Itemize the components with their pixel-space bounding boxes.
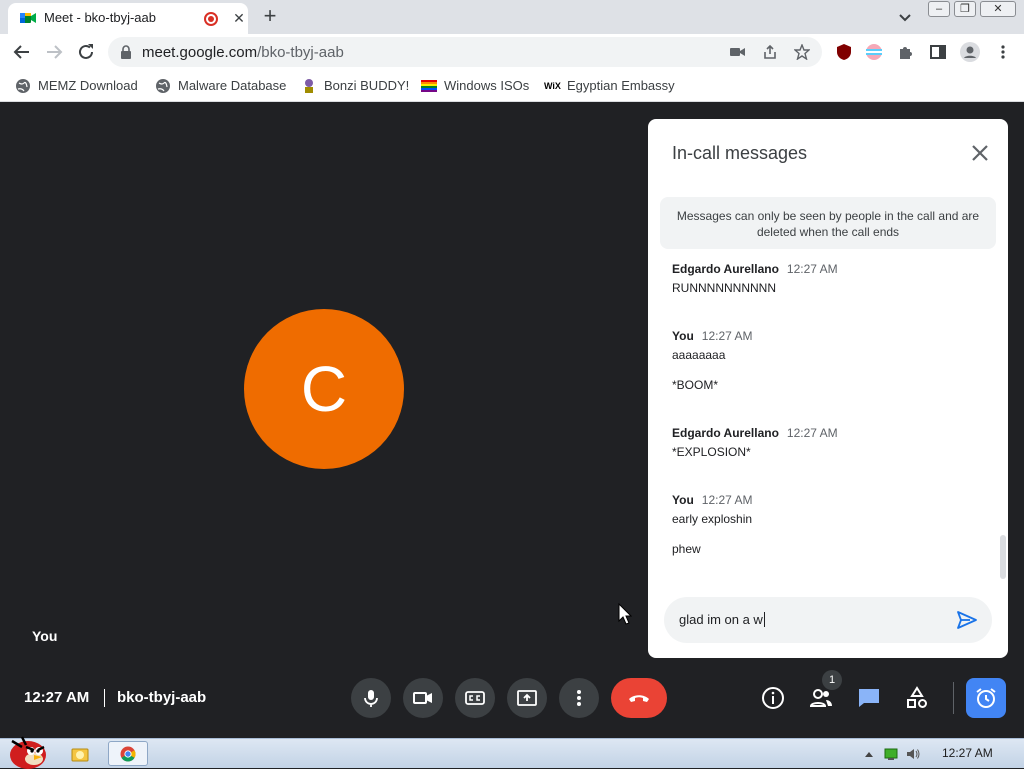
tab-title: Meet - bko-tbyj-aab [44,10,156,25]
participant-avatar: C [244,309,404,469]
side-panel-icon[interactable] [929,43,947,61]
meeting-code: bko-tbyj-aab [117,689,207,706]
globe-icon [156,79,170,93]
chat-scrollbar[interactable] [1000,535,1006,579]
microphone-icon [364,690,378,707]
activities-shapes-icon[interactable] [905,686,929,710]
globe-icon [16,79,30,93]
network-icon[interactable] [884,747,898,761]
tab-close-button[interactable]: ✕ [230,8,248,28]
message-header: You 12:27 AM [672,329,753,343]
profile-avatar-icon[interactable] [960,42,980,62]
close-window-button[interactable]: ✕ [980,1,1016,17]
captions-icon [465,691,485,705]
taskbar-clock[interactable]: 12:27 AM [942,746,993,760]
url-text: meet.google.com/bko-tbyj-aab [142,44,344,61]
mouse-cursor-icon [618,603,632,625]
meeting-clock: 12:27 AM [24,689,90,706]
pride-extension-icon[interactable] [865,43,883,61]
panel-title: In-call messages [672,143,808,163]
reload-icon[interactable] [74,41,98,63]
microphone-button[interactable] [351,678,391,718]
tab-strip: Meet - bko-tbyj-aab ✕ + – ❐ ✕ [0,0,1024,34]
camera-button[interactable] [403,678,443,718]
video-camera-icon [413,692,432,704]
file-explorer-icon[interactable] [70,744,90,764]
message-header: Edgardo Aurellano 12:27 AM [672,426,838,440]
camera-icon[interactable] [730,45,746,59]
captions-button[interactable] [455,678,495,718]
message-text: *BOOM* [672,378,719,392]
send-icon[interactable] [956,609,978,631]
google-meet-icon [20,13,36,23]
rainbow-flag-icon [421,80,437,92]
close-icon[interactable] [966,139,994,167]
windows-taskbar: 12:27 AM [0,736,1024,769]
address-bar[interactable]: meet.google.com/bko-tbyj-aab [108,37,822,67]
new-tab-button[interactable]: + [258,3,282,29]
lock-icon[interactable] [120,45,132,59]
message-header: Edgardo Aurellano 12:27 AM [672,262,838,276]
chat-bubble-icon[interactable] [857,686,881,710]
bonzi-icon [305,79,313,93]
share-icon[interactable] [762,44,778,60]
forward-arrow-icon[interactable] [42,41,66,63]
message-text: phew [672,542,701,556]
recording-indicator-icon [204,12,218,26]
chrome-icon [120,746,136,762]
kebab-menu-icon[interactable] [994,43,1012,61]
present-screen-button[interactable] [507,678,547,718]
minimize-button[interactable]: – [928,1,950,17]
message-draft: glad im on a w [679,612,763,627]
self-tile-label: You [32,628,58,644]
present-screen-icon [517,690,537,706]
message-header: You 12:27 AM [672,493,753,507]
meet-stage: C You In-call messages Messages can only… [0,102,1024,738]
divider [104,689,105,707]
tab-meet[interactable]: Meet - bko-tbyj-aab ✕ [8,3,248,34]
tab-search-chevron-icon[interactable] [894,6,916,28]
in-call-messages-panel: In-call messages Messages can only be se… [648,119,1008,658]
leave-call-button[interactable] [611,678,667,718]
back-arrow-icon[interactable] [10,41,34,63]
participant-count-badge: 1 [822,670,842,690]
alarm-clock-icon [976,688,996,708]
meeting-info-icon[interactable] [761,686,785,710]
message-input[interactable]: glad im on a w [664,597,992,643]
more-vertical-icon [577,690,581,706]
wix-icon: WiX [544,81,561,91]
chat-notice: Messages can only be seen by people in t… [660,197,996,249]
restore-button[interactable]: ❐ [954,1,976,17]
message-text: aaaaaaaa [672,348,726,362]
show-hidden-icons-chevron-icon[interactable] [862,747,876,761]
message-text: RUNNNNNNNNNN [672,281,776,295]
toolbar-separator [953,682,954,714]
message-text: early exploshin [672,512,753,526]
taskbar-chrome-button[interactable] [108,741,148,766]
start-button-angry-bird-icon[interactable] [4,733,48,769]
bookmark-star-icon[interactable] [794,44,810,60]
phone-hangup-icon [629,695,649,702]
volume-icon[interactable] [906,747,920,761]
more-options-button[interactable] [559,678,599,718]
host-controls-button[interactable] [966,678,1006,718]
extensions-puzzle-icon[interactable] [897,43,915,61]
bookmarks-bar: MEMZ Download Malware Database Bonzi BUD… [0,70,1024,102]
browser-toolbar: meet.google.com/bko-tbyj-aab 9 [0,34,1024,98]
ublock-origin-icon[interactable] [835,43,853,61]
message-text: *EXPLOSION* [672,445,751,459]
